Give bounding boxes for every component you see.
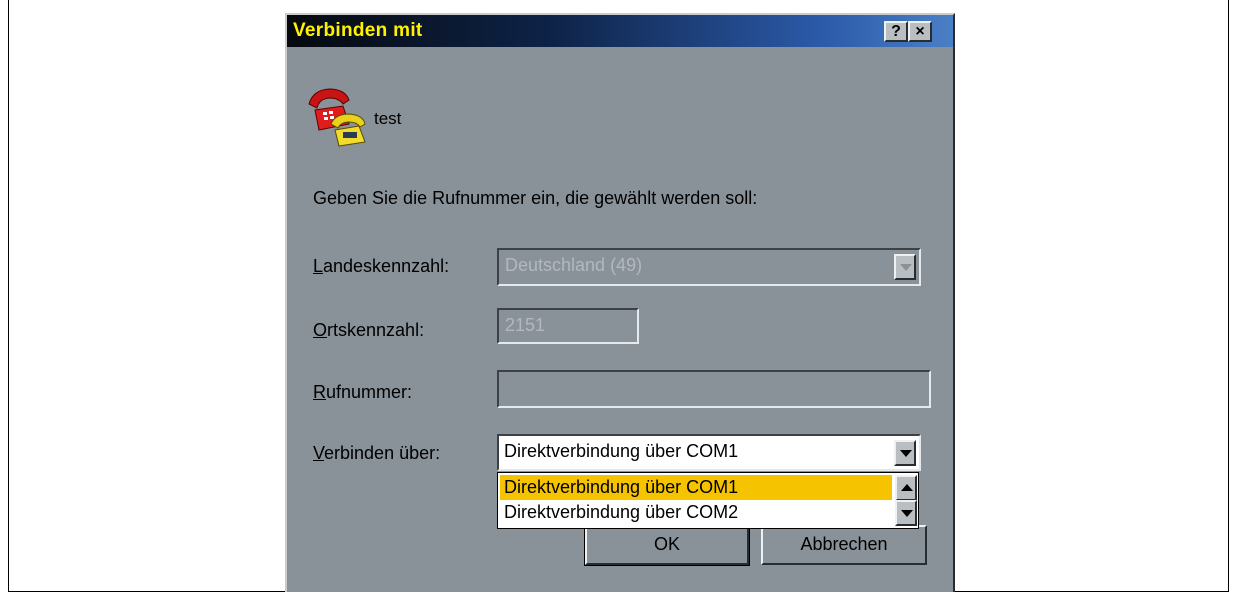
area-code-input[interactable]: 2151 xyxy=(497,308,639,344)
connect-via-select[interactable]: Direktverbindung über COM1 xyxy=(497,434,921,471)
red-phone-shape xyxy=(308,88,350,131)
ok-button[interactable]: OK xyxy=(584,524,750,566)
chevron-down-icon xyxy=(900,450,912,457)
list-item[interactable]: Direktverbindung über COM2 xyxy=(500,500,892,525)
country-code-label: Landeskennzahl: xyxy=(313,256,450,276)
connect-via-value: Direktverbindung über COM1 xyxy=(504,441,739,461)
dial-prompt: Geben Sie die Rufnummer ein, die gewählt… xyxy=(313,188,758,208)
title-bar[interactable]: Verbinden mit ? × xyxy=(287,15,953,47)
area-code-label: Ortskennzahl: xyxy=(313,320,425,340)
phone-number-input[interactable] xyxy=(497,370,931,408)
phone-number-label: Rufnummer: xyxy=(313,382,413,402)
scroll-down-button[interactable] xyxy=(895,500,917,526)
area-code-value: 2151 xyxy=(505,315,546,335)
arrow-up-icon xyxy=(901,484,913,491)
connect-dialog: Verbinden mit ? × test Geben Sie die Ruf… xyxy=(285,13,955,592)
chevron-down-icon xyxy=(900,264,912,271)
connection-name: test xyxy=(374,109,402,128)
country-code-value: Deutschland (49) xyxy=(505,255,643,275)
country-code-select[interactable]: Deutschland (49) xyxy=(497,248,921,286)
connect-via-list: Direktverbindung über COM1 Direktverbind… xyxy=(497,472,919,529)
country-dropdown-button[interactable] xyxy=(894,254,916,280)
list-item[interactable]: Direktverbindung über COM1 xyxy=(500,475,892,500)
connect-via-label: Verbinden über: xyxy=(313,443,441,463)
arrow-down-icon xyxy=(901,510,913,517)
cancel-button[interactable]: Abbrechen xyxy=(761,525,927,565)
dialog-title: Verbinden mit xyxy=(293,20,423,41)
scroll-up-button[interactable] xyxy=(895,475,917,501)
help-button[interactable]: ? xyxy=(884,21,908,42)
connect-via-dropdown-button[interactable] xyxy=(894,440,916,466)
yellow-phone-shape xyxy=(330,113,366,147)
phone-icon xyxy=(308,88,366,147)
close-button[interactable]: × xyxy=(908,21,932,42)
